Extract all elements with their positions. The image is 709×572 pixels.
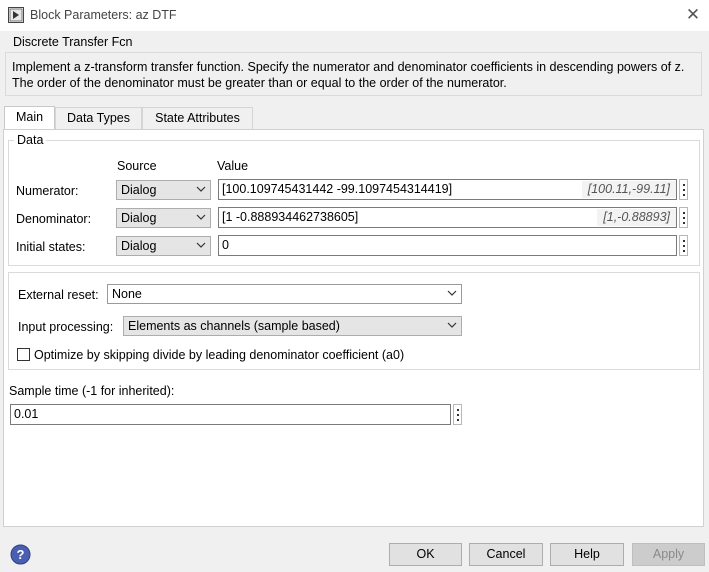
sample-time-input[interactable]: 0.01 — [10, 404, 451, 425]
chevron-down-icon — [196, 214, 206, 220]
initial-states-input[interactable]: 0 — [218, 235, 677, 256]
input-processing-label: Input processing: — [18, 320, 114, 334]
numerator-source-value: Dialog — [121, 183, 157, 197]
data-group-label: Data — [14, 133, 47, 147]
numerator-evaluated-hint: [100.11,-99.11] — [581, 181, 676, 198]
help-icon[interactable]: ? — [10, 544, 31, 565]
block-description: Implement a z-transform transfer functio… — [12, 60, 685, 90]
denominator-source-dropdown[interactable]: Dialog — [116, 208, 211, 228]
denominator-source-value: Dialog — [121, 211, 157, 225]
numerator-more-options-button[interactable] — [679, 179, 688, 200]
numerator-input[interactable]: [100.109745431442 -99.1097454314419] [10… — [218, 179, 677, 200]
denominator-more-options-button[interactable] — [679, 207, 688, 228]
value-column-header: Value — [217, 159, 249, 173]
external-reset-value: None — [112, 287, 142, 301]
numerator-source-dropdown[interactable]: Dialog — [116, 180, 211, 200]
initial-states-source-value: Dialog — [121, 239, 157, 253]
sample-time-label: Sample time (-1 for inherited): — [9, 384, 175, 398]
ok-button[interactable]: OK — [389, 543, 462, 566]
cancel-button[interactable]: Cancel — [469, 543, 543, 566]
initial-states-label: Initial states: — [16, 240, 86, 254]
optimize-checkbox[interactable] — [17, 348, 30, 361]
numerator-value: [100.109745431442 -99.1097454314419] — [222, 182, 453, 196]
window-title: Block Parameters: az DTF — [30, 8, 177, 22]
svg-text:?: ? — [17, 547, 25, 562]
initial-states-value: 0 — [222, 238, 229, 252]
initial-states-source-dropdown[interactable]: Dialog — [116, 236, 211, 256]
tab-data-types[interactable]: Data Types — [55, 107, 142, 129]
chevron-down-icon — [447, 290, 457, 296]
source-column-header: Source — [117, 159, 157, 173]
optimize-checkbox-label: Optimize by skipping divide by leading d… — [34, 348, 405, 362]
close-icon[interactable]: ✕ — [684, 6, 702, 24]
sample-time-more-options-button[interactable] — [453, 404, 462, 425]
tab-state-attributes[interactable]: State Attributes — [142, 107, 253, 129]
denominator-label: Denominator: — [16, 212, 92, 226]
input-processing-value: Elements as channels (sample based) — [128, 319, 340, 333]
numerator-label: Numerator: — [16, 184, 79, 198]
chevron-down-icon — [196, 242, 206, 248]
denominator-value: [1 -0.888934462738605] — [222, 210, 359, 224]
initial-states-more-options-button[interactable] — [679, 235, 688, 256]
chevron-down-icon — [447, 322, 457, 328]
block-type-title: Discrete Transfer Fcn — [13, 35, 133, 49]
apply-button[interactable]: Apply — [632, 543, 705, 566]
external-reset-dropdown[interactable]: None — [107, 284, 462, 304]
simulink-block-icon — [8, 7, 24, 23]
sample-time-value: 0.01 — [14, 407, 39, 421]
chevron-down-icon — [196, 186, 206, 192]
tab-main[interactable]: Main — [4, 106, 55, 130]
denominator-input[interactable]: [1 -0.888934462738605] [1,-0.88893] — [218, 207, 677, 228]
denominator-evaluated-hint: [1,-0.88893] — [597, 209, 676, 226]
input-processing-dropdown[interactable]: Elements as channels (sample based) — [123, 316, 462, 336]
external-reset-label: External reset: — [18, 288, 99, 302]
help-button[interactable]: Help — [550, 543, 624, 566]
